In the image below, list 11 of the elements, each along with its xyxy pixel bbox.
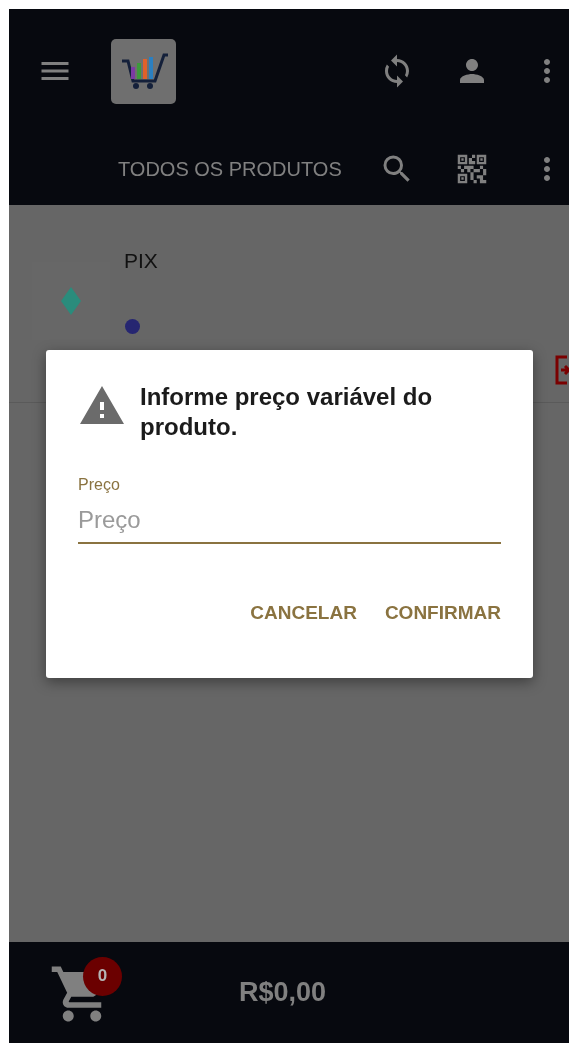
cancel-button[interactable]: CANCELAR [244, 594, 363, 632]
product-name: PIX [124, 249, 158, 273]
status-dot-icon [125, 319, 140, 334]
cart-total: R$0,00 [239, 977, 327, 1008]
section-title: TODOS OS PRODUTOS [118, 157, 342, 181]
cart-count-badge: 0 [83, 956, 122, 996]
shopping-cart-logo [111, 38, 176, 104]
confirm-button[interactable]: CONFIRMAR [378, 594, 507, 632]
diamond-logo-icon [61, 287, 81, 315]
field-label: Preço [78, 476, 121, 494]
dialog-title: Informe preço variável do produto. [140, 382, 434, 442]
